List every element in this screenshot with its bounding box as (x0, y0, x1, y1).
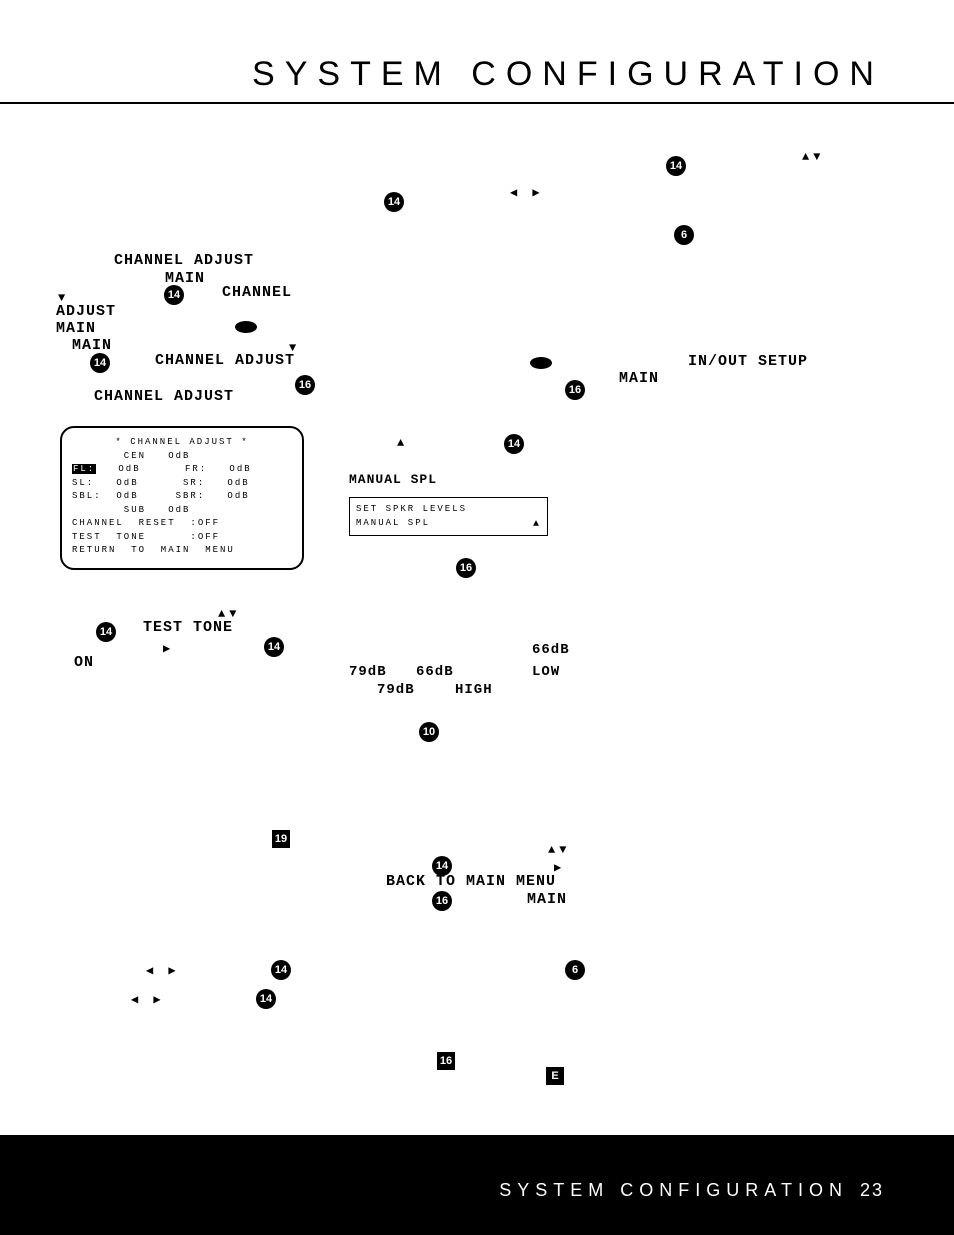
fig6-sbl-row: SBL: OdB SBR: OdB (72, 490, 292, 504)
fig6-sub-row: SUB OdB (72, 504, 292, 518)
oval-button-icon (235, 321, 257, 333)
ref-14: 14 (96, 622, 116, 642)
ref-6: 6 (674, 225, 694, 245)
arrows-updown-icon: ▲▼ (548, 843, 570, 857)
label-main: MAIN (72, 337, 112, 354)
ref-6: 6 (565, 960, 585, 980)
fig6-sl-row: SL: OdB SR: OdB (72, 477, 292, 491)
footer-page-number: 23 (860, 1180, 884, 1200)
ref-16: 16 (456, 558, 476, 578)
ref-14: 14 (256, 989, 276, 1009)
ref-14: 14 (504, 434, 524, 454)
ref-14: 14 (384, 192, 404, 212)
ref-14: 14 (90, 353, 110, 373)
ref-E-box: E (546, 1067, 564, 1085)
page-title: SYSTEM CONFIGURATION (252, 55, 884, 94)
splbox-line-2: MANUAL SPL (356, 516, 541, 530)
label-on: ON (74, 654, 94, 671)
fig6-cen-row: CEN OdB (72, 450, 292, 464)
arrow-up-icon: ▲ (533, 517, 541, 533)
ref-16-box: 16 (437, 1052, 455, 1070)
fig6-title: * CHANNEL ADJUST * (72, 436, 292, 450)
ref-10: 10 (419, 722, 439, 742)
label-back-to-main: BACK TO MAIN MENU (386, 873, 556, 890)
db-value-66: 66dB (532, 642, 570, 658)
oval-button-icon (530, 357, 552, 369)
label-main: MAIN (527, 891, 567, 908)
figure-channel-adjust-menu: * CHANNEL ADJUST * CEN OdB FL: OdB FR: O… (60, 426, 304, 570)
ref-16: 16 (295, 375, 315, 395)
label-low: LOW (532, 664, 560, 680)
ref-16: 16 (432, 891, 452, 911)
footer-label: SYSTEM CONFIGURATION (499, 1180, 848, 1200)
ref-14: 14 (264, 637, 284, 657)
arrows-leftright-icon: ◀ ▶ (131, 992, 165, 1007)
fig6-tone-row: TEST TONE :OFF (72, 531, 292, 545)
ref-16: 16 (565, 380, 585, 400)
db-value-79b: 79dB (377, 682, 415, 698)
arrows-updown-icon: ▲▼ (802, 150, 824, 164)
label-high: HIGH (455, 682, 493, 698)
db-value-66b: 66dB (416, 664, 454, 680)
label-test-tone: TEST TONE (143, 619, 233, 636)
fig6-fl-row: FL: OdB FR: OdB (72, 463, 292, 477)
db-value-79: 79dB (349, 664, 387, 680)
header-divider (0, 102, 954, 104)
label-manual-spl: MANUAL SPL (349, 472, 437, 487)
label-adjust: ADJUST (56, 303, 116, 320)
fig6-return-row: RETURN TO MAIN MENU (72, 544, 292, 558)
ref-14: 14 (271, 960, 291, 980)
footer-text: SYSTEM CONFIGURATION 23 (499, 1180, 884, 1201)
label-channel-adjust: CHANNEL ADJUST (114, 252, 254, 269)
fig6-reset-row: CHANNEL RESET :OFF (72, 517, 292, 531)
label-main: MAIN (56, 320, 96, 337)
fig6-fl-rest: OdB FR: OdB (96, 464, 251, 474)
ref-14: 14 (666, 156, 686, 176)
label-channel-adjust: CHANNEL ADJUST (94, 388, 234, 405)
figure-spl-menu: SET SPKR LEVELS MANUAL SPL ▲ (349, 497, 548, 536)
arrow-up-icon: ▲ (397, 436, 404, 450)
page-footer: SYSTEM CONFIGURATION 23 (0, 1135, 954, 1235)
ref-19-box: 19 (272, 830, 290, 848)
label-inout-setup: IN/OUT SETUP (688, 353, 808, 370)
ref-14: 14 (164, 285, 184, 305)
splbox-line-1: SET SPKR LEVELS (356, 502, 541, 516)
arrows-leftright-icon: ◀ ▶ (510, 185, 544, 200)
label-channel: CHANNEL (222, 284, 292, 301)
arrow-right-icon: ▶ (163, 641, 170, 656)
fig6-fl-label-inverted: FL: (72, 464, 96, 474)
arrows-leftright-icon: ◀ ▶ (146, 963, 180, 978)
label-channel-adjust: CHANNEL ADJUST (155, 352, 295, 369)
label-main: MAIN (619, 370, 659, 387)
